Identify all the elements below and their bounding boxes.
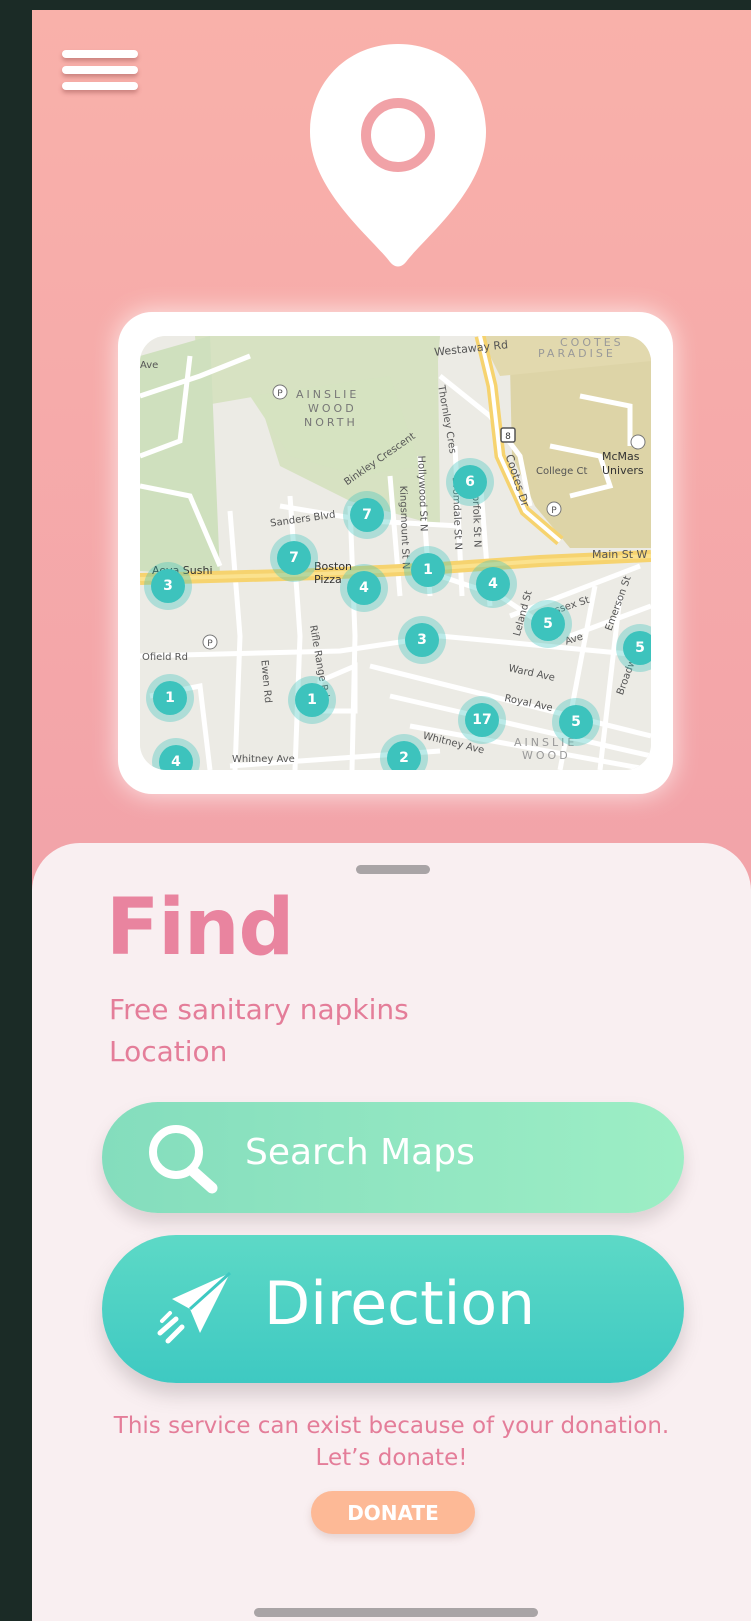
search-maps-label: Search Maps <box>245 1132 475 1173</box>
map-cluster-marker[interactable]: 3 <box>151 569 185 603</box>
map-cluster-marker[interactable]: 7 <box>277 541 311 575</box>
map-cluster-marker[interactable]: 4 <box>347 571 381 605</box>
map-view[interactable]: 8 P P P Westaway Rd Thornley Cres Binkle… <box>140 336 651 770</box>
area-label: PARADISE <box>538 347 616 360</box>
direction-label: Direction <box>264 1269 536 1339</box>
map-preview-card[interactable]: 8 P P P Westaway Rd Thornley Cres Binkle… <box>118 312 673 794</box>
sheet-grabber-handle[interactable] <box>356 865 430 874</box>
area-label: AINSLIE <box>296 388 360 401</box>
search-maps-button[interactable]: Search Maps <box>102 1102 684 1213</box>
page-title: Find <box>106 883 294 973</box>
map-cluster-marker[interactable]: 1 <box>411 553 445 587</box>
svg-text:P: P <box>551 506 557 516</box>
area-label: Univers <box>602 464 644 477</box>
menu-line <box>62 66 138 74</box>
menu-line <box>62 50 138 58</box>
map-cluster-marker[interactable]: 2 <box>387 741 421 770</box>
street-label: Whitney Ave <box>232 754 295 765</box>
menu-line <box>62 82 138 90</box>
donation-line: This service can exist because of your d… <box>113 1413 670 1439</box>
area-label: McMas <box>602 450 640 463</box>
map-cluster-marker[interactable]: 3 <box>405 623 439 657</box>
map-cluster-marker[interactable]: 5 <box>531 607 565 641</box>
direction-button[interactable]: Direction <box>102 1235 684 1383</box>
map-cluster-marker[interactable]: 4 <box>476 567 510 601</box>
map-cluster-marker[interactable]: 1 <box>153 681 187 715</box>
street-label: Ave <box>140 360 159 371</box>
donation-message: This service can exist because of your d… <box>32 1410 751 1474</box>
street-label: Main St W <box>592 548 648 561</box>
svg-text:P: P <box>277 389 283 399</box>
paper-plane-icon <box>157 1271 232 1344</box>
svg-text:8: 8 <box>505 432 511 442</box>
area-label: WOOD <box>522 749 571 762</box>
bottom-sheet: Find Free sanitary napkins Location Sear… <box>32 843 751 1621</box>
map-cluster-marker[interactable]: 5 <box>623 631 651 665</box>
hamburger-menu-icon[interactable] <box>62 46 138 98</box>
street-label: Ofield Rd <box>142 652 188 663</box>
area-label: WOOD <box>308 402 357 415</box>
donation-line: Let’s donate! <box>315 1445 468 1471</box>
home-indicator <box>254 1608 538 1617</box>
map-cluster-marker[interactable]: 5 <box>559 705 593 739</box>
search-icon <box>149 1125 218 1194</box>
subtitle-line: Free sanitary napkins <box>109 993 409 1026</box>
svg-text:P: P <box>207 639 213 649</box>
location-pin-icon <box>310 44 486 267</box>
donate-button[interactable]: DONATE <box>311 1491 475 1534</box>
app-screen: 8 P P P Westaway Rd Thornley Cres Binkle… <box>32 10 751 1621</box>
area-label: AINSLIE <box>514 736 578 749</box>
subtitle-line: Location <box>109 1035 228 1068</box>
map-cluster-marker[interactable]: 17 <box>465 703 499 737</box>
area-label: NORTH <box>304 416 358 429</box>
page-subtitle: Free sanitary napkins Location <box>109 989 529 1073</box>
map-cluster-marker[interactable]: 6 <box>453 465 487 499</box>
map-cluster-marker[interactable]: 7 <box>350 498 384 532</box>
street-label: College Ct <box>536 466 588 477</box>
map-cluster-marker[interactable]: 1 <box>295 683 329 717</box>
